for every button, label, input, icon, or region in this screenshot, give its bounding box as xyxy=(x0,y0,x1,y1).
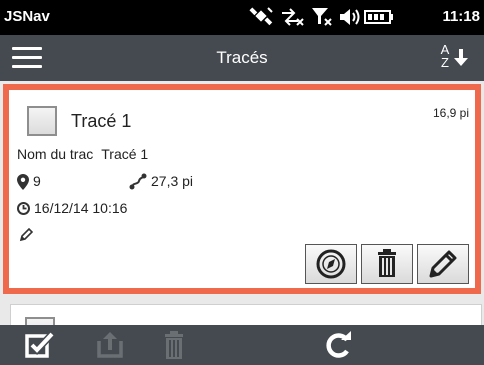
track-checkbox[interactable] xyxy=(27,106,57,136)
speaker-icon xyxy=(338,6,360,28)
refresh-button[interactable] xyxy=(323,331,355,359)
delete-button[interactable] xyxy=(361,244,413,284)
track-name: Tracé 1 xyxy=(71,111,132,131)
date-value: 16/12/14 10:16 xyxy=(34,200,128,216)
toolbar-delete-button[interactable] xyxy=(158,331,190,359)
points-count: 9 xyxy=(33,173,41,189)
export-icon xyxy=(97,332,123,358)
sort-label: A Z xyxy=(440,42,450,70)
trash-icon xyxy=(165,331,183,359)
edit-button[interactable] xyxy=(417,244,469,284)
trash-icon xyxy=(378,249,396,277)
track-size: 16,9 pi xyxy=(432,106,469,120)
track-card[interactable]: Tracé 1 16,9 pi Nom du trac Tracé 1 9 27,… xyxy=(3,84,481,294)
export-button[interactable] xyxy=(94,331,126,359)
page-title: Tracés xyxy=(216,48,268,67)
select-all-icon xyxy=(25,331,55,358)
track-points: 9 xyxy=(17,173,41,190)
track-distance: 27,3 pi xyxy=(129,173,194,190)
map-pin-icon xyxy=(17,174,29,190)
navigate-button[interactable] xyxy=(305,244,357,284)
distance-value: 27,3 pi xyxy=(151,173,194,189)
title-bar: Tracés A Z xyxy=(0,35,484,81)
route-icon xyxy=(129,173,147,190)
edit-pencil-icon xyxy=(429,250,457,278)
track-card[interactable] xyxy=(10,304,482,325)
refresh-icon xyxy=(326,331,351,358)
clock-icon xyxy=(17,202,30,215)
track-name-field: Nom du trac Tracé 1 xyxy=(17,146,148,162)
sort-button[interactable]: A Z xyxy=(438,43,474,73)
data-connection-icon xyxy=(280,6,304,28)
field-label: Nom du trac xyxy=(17,146,94,162)
select-all-button[interactable] xyxy=(24,331,56,359)
field-value: Tracé 1 xyxy=(101,146,149,162)
battery-icon xyxy=(364,6,394,28)
sort-alpha-down-icon xyxy=(454,49,468,66)
clock: 11:18 xyxy=(442,8,480,25)
no-signal-icon xyxy=(310,6,334,28)
status-bar: JSNav 11:18 xyxy=(0,0,484,35)
track-list: Tracé 1 16,9 pi Nom du trac Tracé 1 9 27,… xyxy=(0,81,484,325)
track-checkbox[interactable] xyxy=(25,317,55,325)
track-date: 16/12/14 10:16 xyxy=(17,200,127,216)
app-name: JSNav xyxy=(4,8,50,25)
satellite-icon xyxy=(248,6,274,28)
pencil-icon xyxy=(19,228,33,242)
bottom-toolbar xyxy=(0,325,484,365)
compass-icon xyxy=(316,249,346,279)
